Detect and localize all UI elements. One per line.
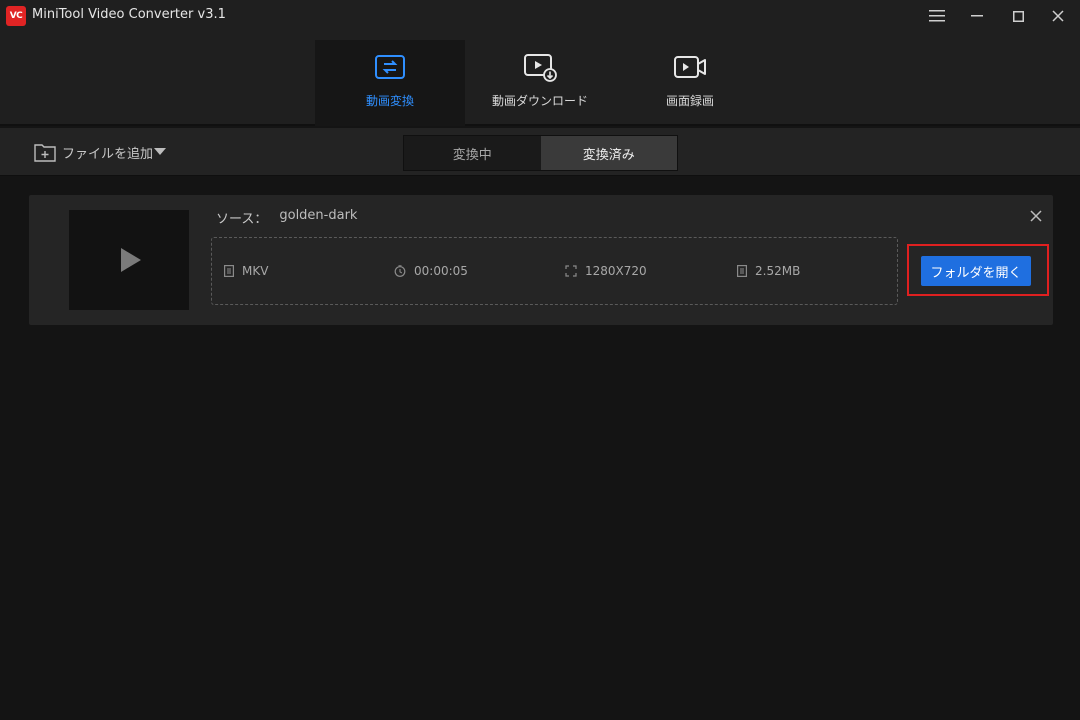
- tab-label: 動画ダウンロード: [491, 94, 588, 108]
- tab-converting[interactable]: 変換中: [404, 136, 541, 170]
- maximize-icon: [1012, 10, 1024, 22]
- tab-video-download[interactable]: 動画ダウンロード: [465, 40, 615, 126]
- format-value: MKV: [242, 264, 269, 278]
- duration-info: 00:00:05: [394, 264, 468, 278]
- convert-icon: [375, 55, 405, 79]
- close-icon: [1052, 10, 1064, 22]
- title-bar: VC MiniTool Video Converter v3.1: [0, 0, 1080, 32]
- download-video-icon: [524, 54, 557, 82]
- main-nav: 動画変換 動画ダウンロード 画面録画: [0, 32, 1080, 126]
- file-format-icon: [224, 265, 234, 277]
- open-folder-button[interactable]: フォルダを開く: [921, 256, 1031, 286]
- record-screen-icon: [674, 56, 706, 78]
- source-info: ソース： golden-dark: [216, 208, 357, 227]
- format-info: MKV: [224, 264, 268, 278]
- add-file-button[interactable]: ファイルを追加: [34, 141, 153, 163]
- app-title: MiniTool Video Converter v3.1: [32, 7, 226, 22]
- file-details: MKV 00:00:05 1280X720 2.52MB: [211, 237, 898, 305]
- minimize-button[interactable]: [957, 0, 997, 32]
- source-filename: golden-dark: [279, 208, 358, 223]
- tab-label: 画面録画: [665, 94, 714, 108]
- video-thumbnail[interactable]: [69, 210, 189, 310]
- tab-video-convert[interactable]: 動画変換: [315, 40, 465, 126]
- remove-task-icon[interactable]: [1029, 209, 1043, 223]
- maximize-button[interactable]: [998, 0, 1038, 32]
- tab-label: 動画変換: [365, 94, 414, 108]
- resolution-value: 1280X720: [585, 264, 647, 278]
- duration-value: 00:00:05: [414, 264, 468, 278]
- converted-file-card: ソース： golden-dark MKV 00:00:05 1280X720 2…: [29, 195, 1053, 325]
- resolution-icon: [565, 265, 577, 277]
- clock-icon: [394, 265, 406, 277]
- source-label: ソース：: [216, 212, 268, 227]
- resolution-info: 1280X720: [565, 264, 647, 278]
- tab-screen-record[interactable]: 画面録画: [615, 40, 765, 126]
- add-file-icon: [34, 144, 56, 162]
- app-logo-icon: VC: [6, 6, 26, 26]
- size-info: 2.52MB: [737, 264, 800, 278]
- menu-button[interactable]: [917, 0, 957, 32]
- add-file-label: ファイルを追加: [62, 146, 154, 162]
- play-icon: [121, 248, 141, 272]
- close-window-button[interactable]: [1038, 0, 1078, 32]
- file-size-icon: [737, 265, 747, 277]
- chevron-down-icon[interactable]: [154, 148, 166, 155]
- size-value: 2.52MB: [755, 264, 801, 278]
- conversion-status-toggle: 変換中 変換済み: [403, 135, 678, 171]
- menu-icon: [929, 10, 945, 22]
- tab-converted[interactable]: 変換済み: [540, 136, 677, 170]
- minimize-icon: [971, 15, 983, 17]
